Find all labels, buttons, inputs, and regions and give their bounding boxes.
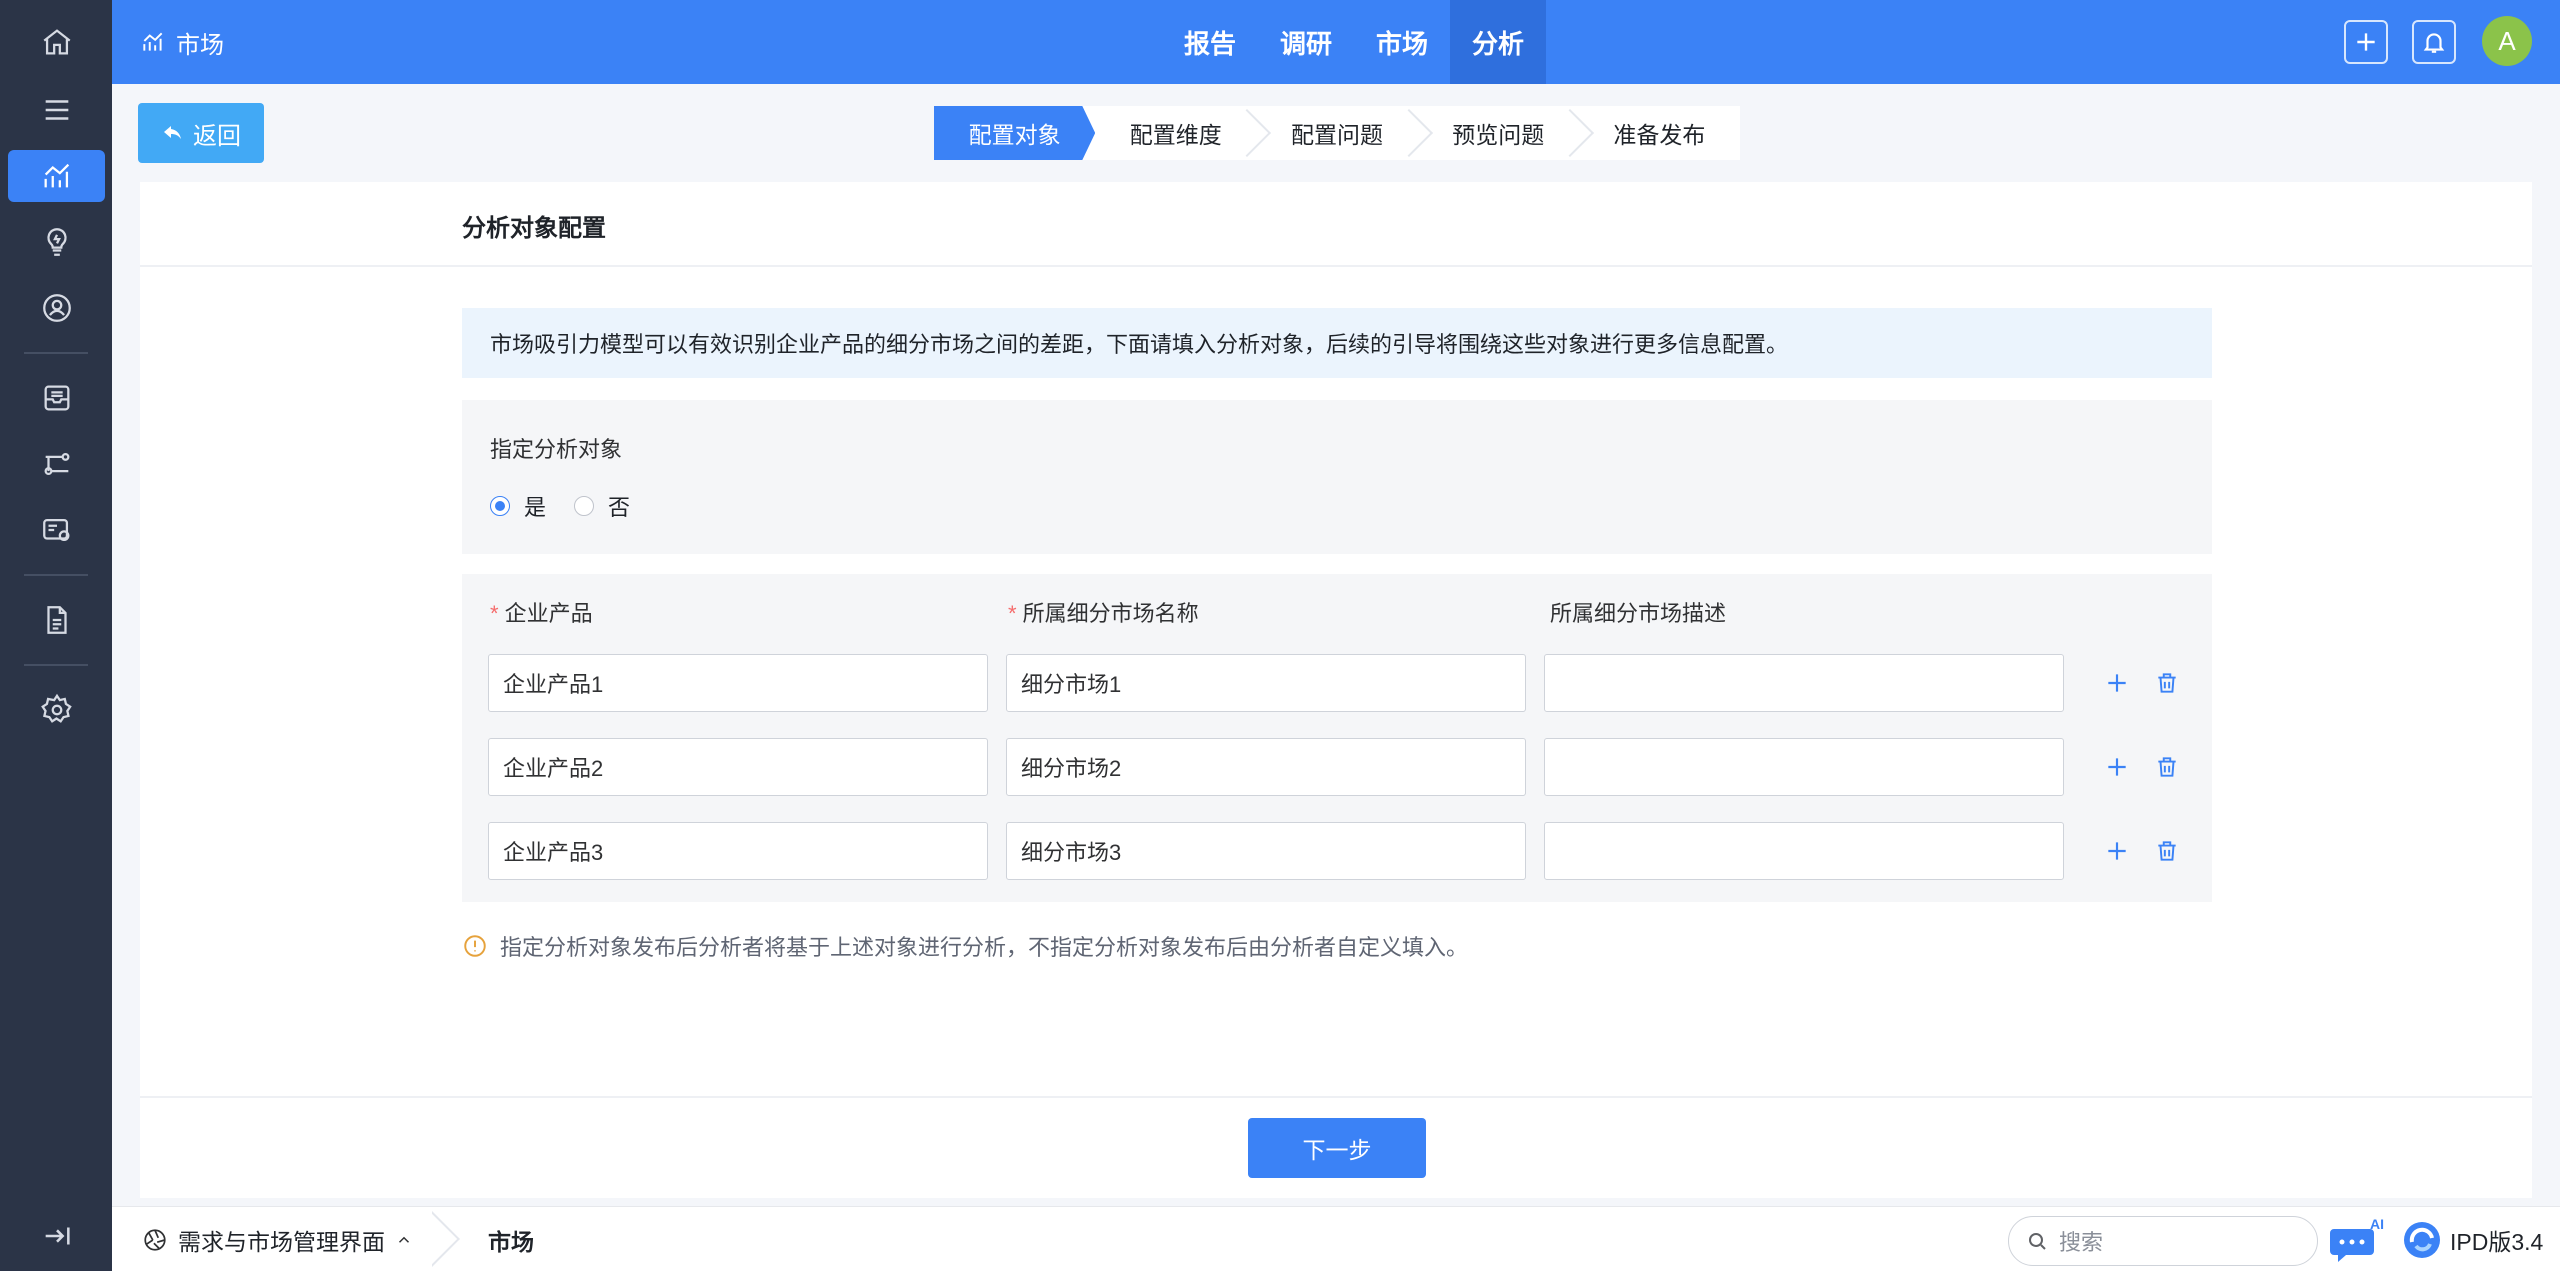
bell-icon: [2423, 33, 2445, 53]
lightbulb-icon[interactable]: [8, 216, 105, 268]
menu-icon[interactable]: [8, 84, 105, 136]
bottom-bar: 需求与市场管理界面 市场 搜索 AI IPD版3.4: [112, 1206, 2560, 1271]
avatar[interactable]: A: [2482, 16, 2532, 66]
desc-input[interactable]: [1544, 738, 2064, 796]
workspace-switcher[interactable]: 需求与市场管理界面: [142, 1207, 413, 1271]
delete-row-button[interactable]: [2152, 668, 2182, 698]
add-row-button[interactable]: [2102, 836, 2132, 866]
chart-trend-icon: [143, 32, 163, 51]
step-prepare-publish[interactable]: 准备发布: [1579, 106, 1740, 160]
search-icon: [2029, 1233, 2046, 1250]
top-header: 市场 报告 调研 市场 分析 A: [112, 0, 2560, 84]
specify-label: 指定分析对象: [490, 437, 623, 462]
desc-input[interactable]: [1544, 822, 2064, 880]
step-label: 配置维度: [1129, 122, 1222, 148]
column-header-product: * 企业产品: [490, 601, 593, 626]
desc-input[interactable]: [1544, 654, 2064, 712]
segment-input[interactable]: 细分市场3: [1006, 822, 1526, 880]
delete-row-button[interactable]: [2152, 836, 2182, 866]
radio-yes[interactable]: 是: [490, 490, 546, 522]
specify-panel: 指定分析对象 是 否: [462, 400, 2212, 554]
workspace-label: 需求与市场管理界面: [178, 1228, 385, 1255]
sidebar: [0, 0, 112, 1271]
chart-trend-icon: [44, 163, 69, 188]
product-input[interactable]: 企业产品2: [488, 738, 988, 796]
config-card: 分析对象配置 市场吸引力模型可以有效识别企业产品的细分市场之间的差距，下面请填入…: [140, 182, 2532, 1198]
sidebar-item-analysis[interactable]: [8, 150, 105, 202]
plus-icon: [2108, 842, 2126, 860]
ai-chat-button[interactable]: AI: [2330, 1215, 2390, 1265]
tip-message: 指定分析对象发布后分析者将基于上述对象进行分析，不指定分析对象发布后由分析者自定…: [462, 930, 1468, 962]
version-label: IPD版3.4: [2450, 1228, 2544, 1255]
brand-label: 市场: [176, 31, 224, 59]
nav-tab-market[interactable]: 市场: [1354, 0, 1450, 84]
product-input[interactable]: 企业产品1: [488, 654, 988, 712]
segment-input[interactable]: 细分市场1: [1006, 654, 1526, 712]
return-icon: [164, 126, 181, 139]
warning-icon: [464, 935, 486, 957]
step-config-question[interactable]: 配置问题: [1256, 106, 1433, 160]
radio-no-label: 否: [608, 495, 631, 520]
add-row-button[interactable]: [2102, 752, 2132, 782]
trash-icon: [2158, 841, 2176, 861]
back-button[interactable]: 返回: [138, 103, 264, 163]
step-preview-question[interactable]: 预览问题: [1418, 106, 1594, 160]
step-config-object[interactable]: 配置对象: [934, 106, 1096, 160]
chat-bubble-icon: AI: [2330, 1216, 2384, 1262]
plus-icon: [2108, 674, 2126, 692]
user-circle-icon[interactable]: [8, 282, 105, 334]
add-button[interactable]: [2344, 20, 2388, 64]
radio-dot-checked: [490, 496, 510, 516]
flow-icon[interactable]: [8, 438, 105, 490]
search-input[interactable]: 搜索: [2008, 1216, 2318, 1266]
plus-icon: [2108, 758, 2126, 776]
tip-text: 指定分析对象发布后分析者将基于上述对象进行分析，不指定分析对象发布后由分析者自定…: [500, 935, 1469, 960]
trash-icon: [2158, 673, 2176, 693]
collapse-icon[interactable]: [8, 1210, 105, 1262]
objects-table: * 企业产品 * 所属细分市场名称 所属细分市场描述 企业产品1 细分市场1 企业产…: [462, 574, 2212, 902]
notification-button[interactable]: [2412, 20, 2456, 64]
step-label: 配置问题: [1291, 122, 1383, 148]
radio-yes-label: 是: [524, 495, 547, 520]
aperture-icon: [144, 1228, 166, 1251]
product-input[interactable]: 企业产品3: [488, 822, 988, 880]
home-icon[interactable]: [8, 16, 105, 68]
search-placeholder: 搜索: [2059, 1230, 2104, 1255]
next-step-button[interactable]: 下一步: [1248, 1118, 1426, 1178]
nav-tab-analysis[interactable]: 分析: [1450, 0, 1547, 84]
radio-no[interactable]: 否: [574, 490, 630, 522]
document-icon[interactable]: [8, 594, 105, 646]
page-title: 分析对象配置: [462, 215, 606, 242]
version-info: IPD版3.4: [2402, 1207, 2543, 1271]
step-progress: 配置对象 配置维度 配置问题 预览问题 准备发布: [934, 106, 1740, 160]
add-row-button[interactable]: [2102, 668, 2132, 698]
delete-row-button[interactable]: [2152, 752, 2182, 782]
svg-text:AI: AI: [2370, 1216, 2384, 1232]
card-icon[interactable]: [8, 504, 105, 556]
info-banner: 市场吸引力模型可以有效识别企业产品的细分市场之间的差距，下面请填入分析对象，后续…: [462, 308, 2212, 378]
column-header-desc: 所属细分市场描述: [1550, 601, 1727, 626]
inbox-icon[interactable]: [8, 372, 105, 424]
plus-icon: [2357, 33, 2375, 51]
brand[interactable]: 市场: [140, 0, 224, 84]
back-label: 返回: [193, 122, 241, 150]
logo-icon: [2404, 1221, 2440, 1258]
trash-icon: [2158, 757, 2176, 777]
column-header-segment: * 所属细分市场名称: [1008, 601, 1199, 626]
gear-icon[interactable]: [8, 684, 105, 736]
chevron-up-icon: [398, 1236, 410, 1243]
nav-tab-research[interactable]: 调研: [1258, 0, 1354, 84]
breadcrumb[interactable]: 市场: [488, 1207, 534, 1271]
nav-tab-report[interactable]: 报告: [1162, 0, 1258, 84]
step-config-dimension[interactable]: 配置维度: [1095, 106, 1272, 160]
radio-dot-unchecked: [574, 496, 594, 516]
segment-input[interactable]: 细分市场2: [1006, 738, 1526, 796]
main-nav: 报告 调研 市场 分析: [1162, 0, 1547, 84]
step-label: 预览问题: [1452, 122, 1545, 148]
